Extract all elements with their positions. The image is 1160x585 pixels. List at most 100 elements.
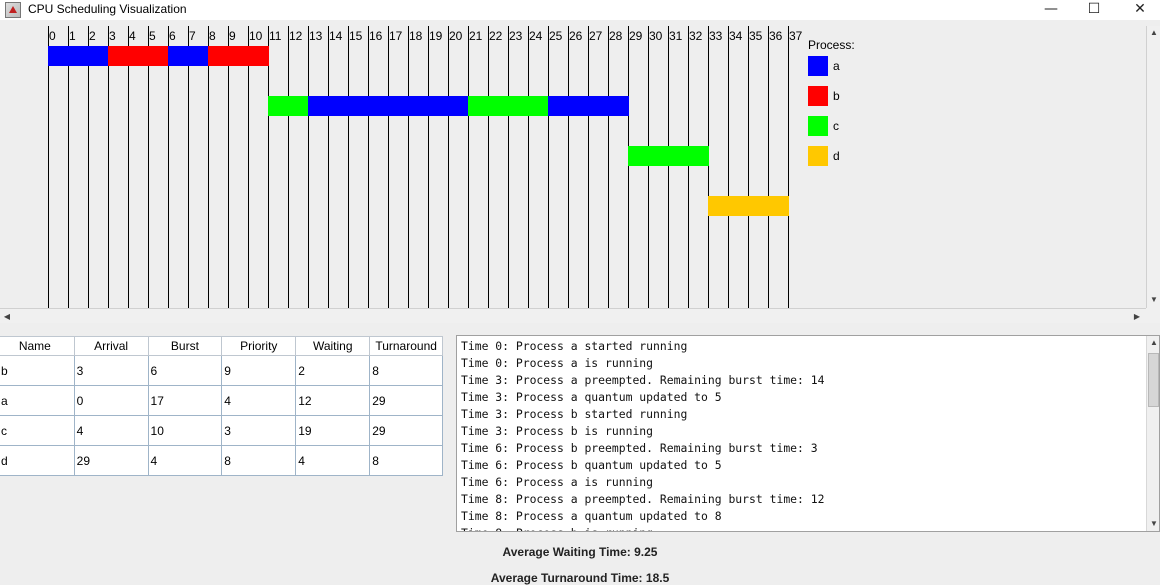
table-cell[interactable]: 4 bbox=[295, 445, 371, 476]
gantt-gridline bbox=[448, 26, 449, 308]
table-cell[interactable]: 9 bbox=[221, 355, 297, 386]
minimize-button[interactable]: — bbox=[1028, 0, 1074, 20]
table-cell[interactable]: 29 bbox=[73, 445, 149, 476]
table-cell[interactable]: 0 bbox=[73, 385, 149, 416]
table-cell[interactable]: 3 bbox=[221, 415, 297, 446]
log-line: Time 3: Process b is running bbox=[461, 424, 654, 438]
time-tick-label: 27 bbox=[589, 29, 603, 43]
gantt-bar-a bbox=[48, 46, 69, 66]
table-cell[interactable]: 29 bbox=[369, 415, 443, 446]
table-row[interactable]: d 29 4 8 4 8 bbox=[0, 445, 443, 476]
table-row[interactable]: b 3 6 9 2 8 bbox=[0, 355, 443, 386]
column-header[interactable]: Name bbox=[0, 336, 75, 356]
table-cell[interactable]: a bbox=[0, 385, 75, 416]
gantt-gridline bbox=[488, 26, 489, 308]
legend-swatch-d bbox=[808, 146, 828, 166]
gantt-bar-a bbox=[88, 46, 109, 66]
gantt-gridline bbox=[668, 26, 669, 308]
gantt-gridline bbox=[608, 26, 609, 308]
table-cell[interactable]: 2 bbox=[295, 355, 371, 386]
table-cell[interactable]: 17 bbox=[147, 385, 223, 416]
gantt-bar-a bbox=[388, 96, 409, 116]
scroll-down-arrow-icon[interactable]: ▼ bbox=[1149, 294, 1159, 306]
column-header[interactable]: Burst bbox=[147, 336, 223, 356]
event-log-panel[interactable]: Time 0: Process a started running Time 0:… bbox=[456, 335, 1160, 532]
table-row[interactable]: a 0 17 4 12 29 bbox=[0, 385, 443, 416]
table-cell[interactable]: 10 bbox=[147, 415, 223, 446]
gantt-gridline bbox=[708, 26, 709, 308]
close-button[interactable]: ✕ bbox=[1117, 0, 1160, 20]
gantt-bar-a bbox=[348, 96, 369, 116]
scroll-up-arrow-icon[interactable]: ▲ bbox=[1149, 337, 1159, 349]
table-header-row: Name Arrival Burst Priority Waiting Turn… bbox=[0, 336, 443, 356]
column-header[interactable]: Priority bbox=[221, 336, 297, 356]
gantt-bar-d bbox=[768, 196, 789, 216]
gantt-bar-b bbox=[208, 46, 229, 66]
gantt-gridline bbox=[408, 26, 409, 308]
table-cell[interactable]: d bbox=[0, 445, 75, 476]
column-header[interactable]: Turnaround bbox=[369, 336, 443, 356]
legend-label-b: b bbox=[833, 89, 840, 103]
table-cell[interactable]: 6 bbox=[147, 355, 223, 386]
table-cell[interactable]: 4 bbox=[147, 445, 223, 476]
log-line: Time 8: Process a preempted. Remaining b… bbox=[461, 492, 825, 506]
gantt-bar-b bbox=[108, 46, 129, 66]
legend-label-c: c bbox=[833, 119, 839, 133]
gantt-bar-a bbox=[368, 96, 389, 116]
column-header[interactable]: Arrival bbox=[73, 336, 149, 356]
table-cell[interactable]: 4 bbox=[73, 415, 149, 446]
table-cell[interactable]: 3 bbox=[73, 355, 149, 386]
gantt-gridline bbox=[108, 26, 109, 308]
process-table: Name Arrival Burst Priority Waiting Turn… bbox=[0, 336, 443, 476]
time-tick-label: 4 bbox=[129, 29, 136, 43]
time-tick-label: 5 bbox=[149, 29, 156, 43]
time-tick-label: 14 bbox=[329, 29, 343, 43]
log-line: Time 6: Process b quantum updated to 5 bbox=[461, 458, 722, 472]
table-cell[interactable]: 8 bbox=[221, 445, 297, 476]
legend-swatch-a bbox=[808, 56, 828, 76]
scroll-right-arrow-icon[interactable]: ▶ bbox=[1131, 311, 1143, 322]
maximize-button[interactable]: ☐ bbox=[1071, 0, 1117, 20]
gantt-vertical-scrollbar[interactable]: ▲ ▼ bbox=[1146, 26, 1160, 308]
table-cell[interactable]: 29 bbox=[369, 385, 443, 416]
log-line: Time 3: Process b started running bbox=[461, 407, 688, 421]
scroll-left-arrow-icon[interactable]: ◀ bbox=[1, 311, 13, 322]
table-row[interactable]: c 4 10 3 19 29 bbox=[0, 415, 443, 446]
time-tick-label: 8 bbox=[209, 29, 216, 43]
column-header[interactable]: Waiting bbox=[295, 336, 371, 356]
time-tick-label: 20 bbox=[449, 29, 463, 43]
gantt-gridline bbox=[188, 26, 189, 308]
event-log[interactable]: Time 0: Process a started running Time 0:… bbox=[461, 338, 825, 531]
log-line: Time 8: Process b is running bbox=[461, 525, 824, 531]
time-tick-label: 19 bbox=[429, 29, 443, 43]
gantt-gridline bbox=[48, 26, 49, 308]
gantt-gridline bbox=[248, 26, 249, 308]
gantt-bar-c bbox=[628, 146, 649, 166]
table-cell[interactable]: 4 bbox=[221, 385, 297, 416]
process-table-panel: Name Arrival Burst Priority Waiting Turn… bbox=[0, 336, 448, 532]
gantt-bar-a bbox=[548, 96, 569, 116]
table-cell[interactable]: 19 bbox=[295, 415, 371, 446]
gantt-bar-c bbox=[288, 96, 309, 116]
scroll-up-arrow-icon[interactable]: ▲ bbox=[1149, 27, 1159, 39]
table-cell[interactable]: 8 bbox=[369, 355, 443, 386]
time-tick-label: 29 bbox=[629, 29, 643, 43]
log-vertical-scrollbar[interactable]: ▲ ▼ bbox=[1146, 336, 1159, 531]
scroll-down-arrow-icon[interactable]: ▼ bbox=[1149, 518, 1159, 530]
log-line: Time 0: Process a is running bbox=[461, 356, 654, 370]
table-cell[interactable]: 12 bbox=[295, 385, 371, 416]
table-cell[interactable]: 8 bbox=[369, 445, 443, 476]
average-turnaround-time: Average Turnaround Time: 18.5 bbox=[490, 571, 670, 585]
gantt-gridline bbox=[348, 26, 349, 308]
table-cell[interactable]: c bbox=[0, 415, 75, 446]
gantt-bar-a bbox=[588, 96, 609, 116]
table-cell[interactable]: b bbox=[0, 355, 75, 386]
time-tick-label: 15 bbox=[349, 29, 363, 43]
gantt-gridline bbox=[788, 26, 789, 308]
time-tick-label: 7 bbox=[189, 29, 196, 43]
log-line: Time 3: Process a quantum updated to 5 bbox=[461, 390, 722, 404]
gantt-bar-a bbox=[608, 96, 629, 116]
scroll-thumb[interactable] bbox=[1148, 353, 1159, 407]
gantt-horizontal-scrollbar[interactable]: ◀ ▶ bbox=[0, 308, 1146, 323]
log-line: Time 0: Process a started running bbox=[461, 339, 688, 353]
